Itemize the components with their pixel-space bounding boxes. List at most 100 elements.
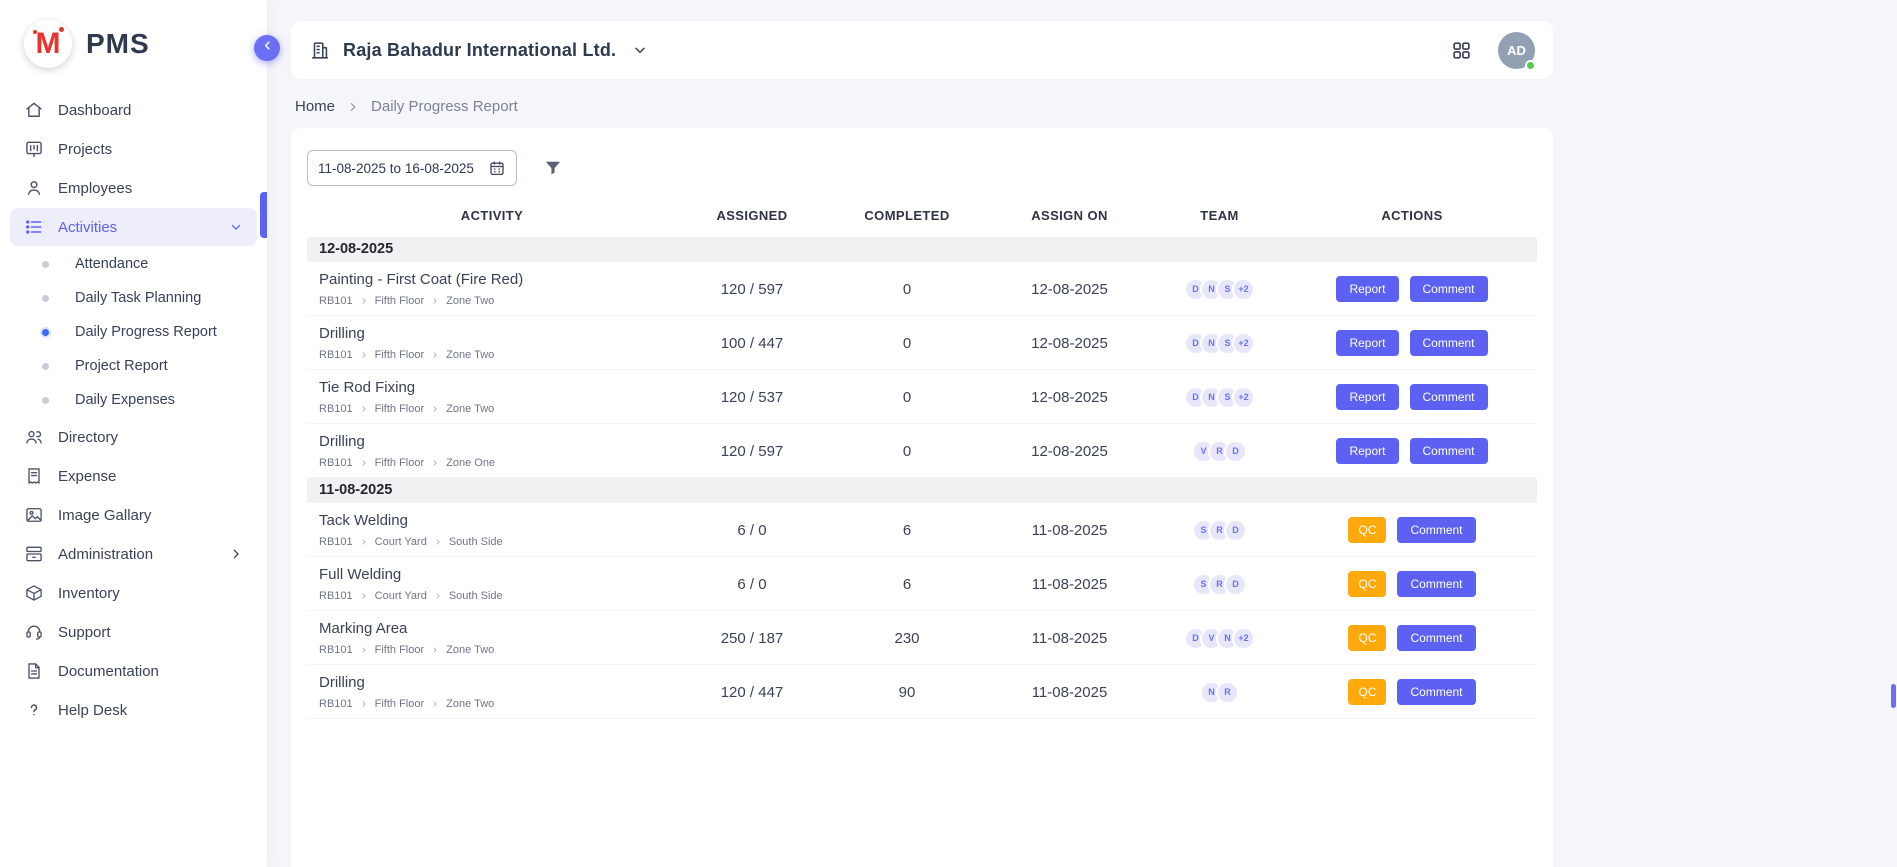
team-extra-count[interactable]: +2 [1232,386,1255,409]
report-button[interactable]: Report [1336,384,1398,410]
comment-button[interactable]: Comment [1397,571,1475,597]
qc-button[interactable]: QC [1348,679,1386,705]
filter-row: 11-08-2025 to 16-08-2025 [307,150,1537,186]
sidebar-item-directory[interactable]: Directory [10,418,257,456]
sidebar-subitem-daily-expenses[interactable]: Daily Expenses [0,383,267,417]
chevron-right-icon [431,700,439,708]
assigned-value: 120 / 447 [677,684,827,701]
comment-button[interactable]: Comment [1410,384,1488,410]
team-avatar[interactable]: R [1216,681,1239,704]
sidebar-item-dashboard[interactable]: Dashboard [10,91,257,129]
assigned-value: 6 / 0 [677,522,827,539]
scrollbar-thumb[interactable] [1891,684,1896,708]
sidebar-item-label: Support [58,624,111,641]
comment-button[interactable]: Comment [1410,438,1488,464]
activity-name: Drilling [319,325,677,342]
sidebar-subitem-project-report[interactable]: Project Report [0,349,267,383]
app-root: M PMS DashboardProjectsEmployeesActiviti… [0,0,1897,867]
sidebar-item-support[interactable]: Support [10,613,257,651]
sidebar-item-administration[interactable]: Administration [10,535,257,573]
report-button[interactable]: Report [1336,330,1398,356]
table-row: Drilling RB101Fifth FloorZone One 120 / … [307,424,1537,478]
activity-breadcrumb: RB101Fifth FloorZone Two [319,698,677,710]
sidebar-nav: DashboardProjectsEmployeesActivitiesAtte… [0,84,267,740]
comment-button[interactable]: Comment [1410,276,1488,302]
sidebar-item-documentation[interactable]: Documentation [10,652,257,690]
table-row: Painting - First Coat (Fire Red) RB101Fi… [307,262,1537,316]
filter-funnel-icon[interactable] [543,158,563,178]
completed-value: 0 [827,281,987,298]
path-segment: Fifth Floor [375,698,425,710]
sidebar-subitem-label: Daily Task Planning [49,290,201,306]
breadcrumb-current: Daily Progress Report [371,98,518,115]
activity-cell: Full Welding RB101Court YardSouth Side [307,566,677,602]
team-extra-count[interactable]: +2 [1232,627,1255,650]
support-icon [24,622,44,642]
sidebar-subitem-daily-task-planning[interactable]: Daily Task Planning [0,281,267,315]
company-selector[interactable]: Raja Bahadur International Ltd. [343,40,616,61]
table-body: 12-08-2025 Painting - First Coat (Fire R… [307,237,1537,719]
date-range-value: 11-08-2025 to 16-08-2025 [318,161,474,176]
chevron-right-icon [360,592,368,600]
path-segment: RB101 [319,536,353,548]
qc-button[interactable]: QC [1348,517,1386,543]
breadcrumb-home-link[interactable]: Home [295,98,335,115]
path-segment: Zone Two [446,403,494,415]
bullet-dot-icon [42,363,49,370]
comment-button[interactable]: Comment [1397,625,1475,651]
path-segment: South Side [449,590,503,602]
comment-button[interactable]: Comment [1410,330,1488,356]
expense-icon [24,466,44,486]
bullet-dot-icon [42,329,49,336]
activity-name: Painting - First Coat (Fire Red) [319,271,677,288]
sidebar-item-employees[interactable]: Employees [10,169,257,207]
activity-cell: Painting - First Coat (Fire Red) RB101Fi… [307,271,677,307]
assign-on-value: 12-08-2025 [987,389,1152,406]
column-header-activity: ACTIVITY [307,208,677,223]
path-segment: Court Yard [375,590,427,602]
team-avatar[interactable]: D [1224,440,1247,463]
comment-button[interactable]: Comment [1397,679,1475,705]
sidebar: M PMS DashboardProjectsEmployeesActiviti… [0,0,267,867]
user-avatar[interactable]: AD [1498,32,1535,69]
path-segment: Zone Two [446,295,494,307]
team-cell: DVN+2 [1152,627,1287,650]
activity-cell: Tack Welding RB101Court YardSouth Side [307,512,677,548]
topbar: Raja Bahadur International Ltd. AD [291,21,1553,79]
sidebar-item-inventory[interactable]: Inventory [10,574,257,612]
bullet-dot-icon [42,397,49,404]
inventory-icon [24,583,44,603]
sidebar-subitem-attendance[interactable]: Attendance [0,247,267,281]
sidebar-subitem-daily-progress-report[interactable]: Daily Progress Report [0,315,267,349]
completed-value: 90 [827,684,987,701]
sidebar-item-help-desk[interactable]: Help Desk [10,691,257,729]
report-button[interactable]: Report [1336,438,1398,464]
report-button[interactable]: Report [1336,276,1398,302]
sidebar-item-activities[interactable]: Activities [10,208,257,246]
comment-button[interactable]: Comment [1397,517,1475,543]
qc-button[interactable]: QC [1348,625,1386,651]
activity-name: Tack Welding [319,512,677,529]
date-range-input[interactable]: 11-08-2025 to 16-08-2025 [307,150,517,186]
column-header-completed: COMPLETED [827,208,987,223]
team-avatar[interactable]: D [1224,519,1247,542]
team-extra-count[interactable]: +2 [1232,278,1255,301]
sidebar-item-projects[interactable]: Projects [10,130,257,168]
actions-cell: QC Comment [1287,625,1537,651]
sidebar-item-expense[interactable]: Expense [10,457,257,495]
sidebar-item-image-gallary[interactable]: Image Gallary [10,496,257,534]
team-extra-count[interactable]: +2 [1232,332,1255,355]
team-cell: SRD [1152,519,1287,542]
table-row: Tack Welding RB101Court YardSouth Side 6… [307,503,1537,557]
team-avatar[interactable]: D [1224,573,1247,596]
chevron-right-icon [347,101,359,113]
sidebar-collapse-button[interactable] [254,35,280,61]
path-segment: Zone One [446,457,495,469]
assigned-value: 100 / 447 [677,335,827,352]
activity-breadcrumb: RB101Fifth FloorZone Two [319,403,677,415]
assign-on-value: 11-08-2025 [987,576,1152,593]
chevron-down-icon[interactable] [632,42,648,58]
apps-grid-icon[interactable] [1451,40,1472,61]
qc-button[interactable]: QC [1348,571,1386,597]
calendar-icon[interactable] [488,159,506,177]
